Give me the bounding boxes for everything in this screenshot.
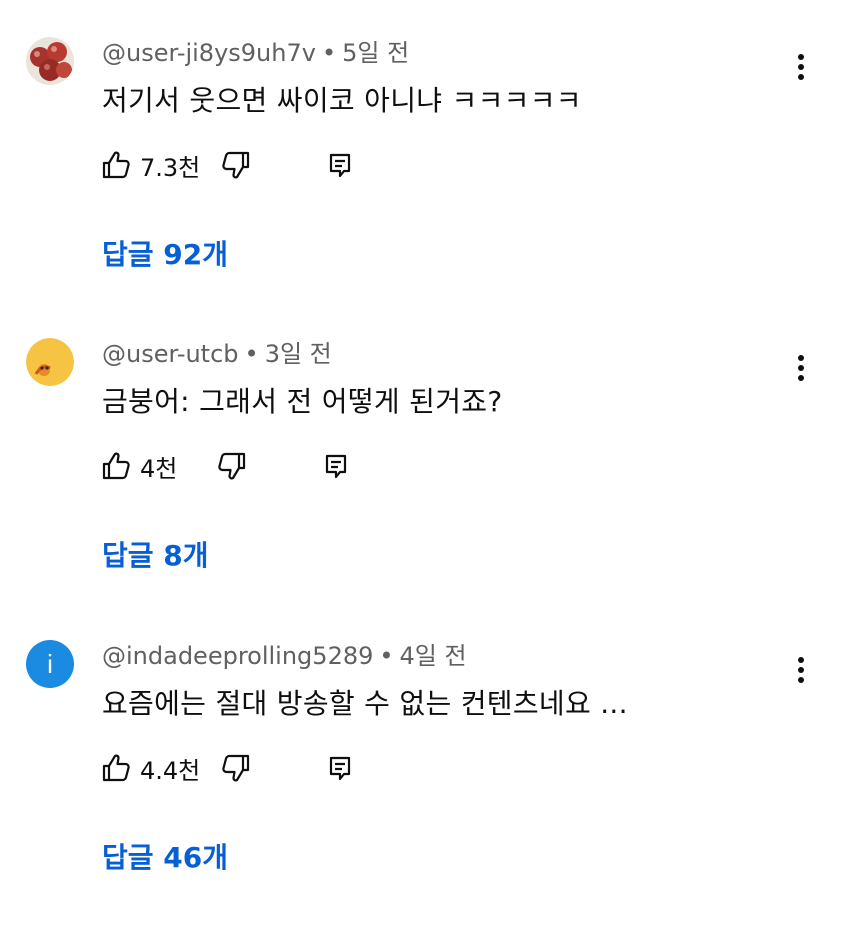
more-options-icon[interactable] [786, 650, 816, 690]
comment-text: 요즘에는 절대 방송할 수 없는 컨텐츠네요 ... [102, 687, 628, 720]
thumbs-up-icon [102, 151, 130, 179]
reply-button[interactable] [324, 748, 356, 788]
comment-meta: @user-utcb • 3일 전 [102, 334, 332, 369]
comment-time[interactable]: 4일 전 [400, 642, 467, 670]
comment-meta: @user-ji8ys9uh7v • 5일 전 [102, 33, 409, 68]
letter-avatar-icon[interactable]: i [26, 640, 74, 688]
more-options-icon[interactable] [786, 348, 816, 388]
apples-avatar-icon[interactable] [26, 37, 74, 85]
like-button[interactable]: 4천 [100, 446, 177, 486]
dislike-button[interactable] [216, 446, 248, 486]
comment-item: @user-ji8ys9uh7v • 5일 전 저기서 웃으면 싸이코 아니냐 ㅋㅋ… [0, 37, 850, 337]
like-button[interactable]: 7.3천 [100, 145, 200, 185]
view-replies-button[interactable]: 답글 92개 [102, 233, 228, 273]
avatar-letter: i [47, 648, 53, 679]
thumbs-down-icon [218, 452, 246, 480]
comment-time[interactable]: 3일 전 [265, 340, 332, 368]
separator-dot: • [244, 340, 259, 368]
thumbs-down-icon [222, 754, 250, 782]
view-replies-button[interactable]: 답글 8개 [102, 534, 209, 574]
comment-time[interactable]: 5일 전 [342, 39, 409, 67]
comment-actions: 4.4천 [100, 748, 400, 788]
thumbs-up-icon [102, 754, 130, 782]
comment-actions: 7.3천 [100, 145, 400, 185]
comment-author[interactable]: @indadeeprolling5289 [102, 642, 373, 670]
thumbs-down-icon [222, 151, 250, 179]
like-count: 4.4천 [140, 756, 201, 785]
comment-author[interactable]: @user-utcb [102, 340, 239, 368]
separator-dot: • [379, 642, 394, 670]
reply-button[interactable] [324, 145, 356, 185]
comment-text: 저기서 웃으면 싸이코 아니냐 ㅋㅋㅋㅋㅋ [102, 84, 582, 117]
view-replies-button[interactable]: 답글 46개 [102, 836, 228, 876]
reply-icon [329, 153, 351, 178]
separator-dot: • [321, 39, 337, 67]
comment-item: i @indadeeprolling5289 • 4일 전 요즘에는 절대 방송할 … [0, 640, 850, 940]
emoji-avatar-icon[interactable] [26, 338, 74, 386]
like-count: 7.3천 [140, 153, 201, 182]
comment-text: 금붕어: 그래서 전 어떻게 된거죠? [102, 385, 503, 418]
dislike-button[interactable] [220, 145, 252, 185]
comment-meta: @indadeeprolling5289 • 4일 전 [102, 636, 467, 671]
reply-button[interactable] [320, 446, 352, 486]
dislike-button[interactable] [220, 748, 252, 788]
thumbs-up-icon [102, 452, 130, 480]
like-button[interactable]: 4.4천 [100, 748, 200, 788]
comment-item: @user-utcb • 3일 전 금붕어: 그래서 전 어떻게 된거죠? 4천 답… [0, 338, 850, 638]
like-count: 4천 [140, 454, 178, 483]
more-options-icon[interactable] [786, 47, 816, 87]
comment-actions: 4천 [100, 446, 400, 486]
comment-author[interactable]: @user-ji8ys9uh7v [102, 39, 316, 67]
reply-icon [329, 756, 351, 781]
reply-icon [325, 454, 347, 479]
